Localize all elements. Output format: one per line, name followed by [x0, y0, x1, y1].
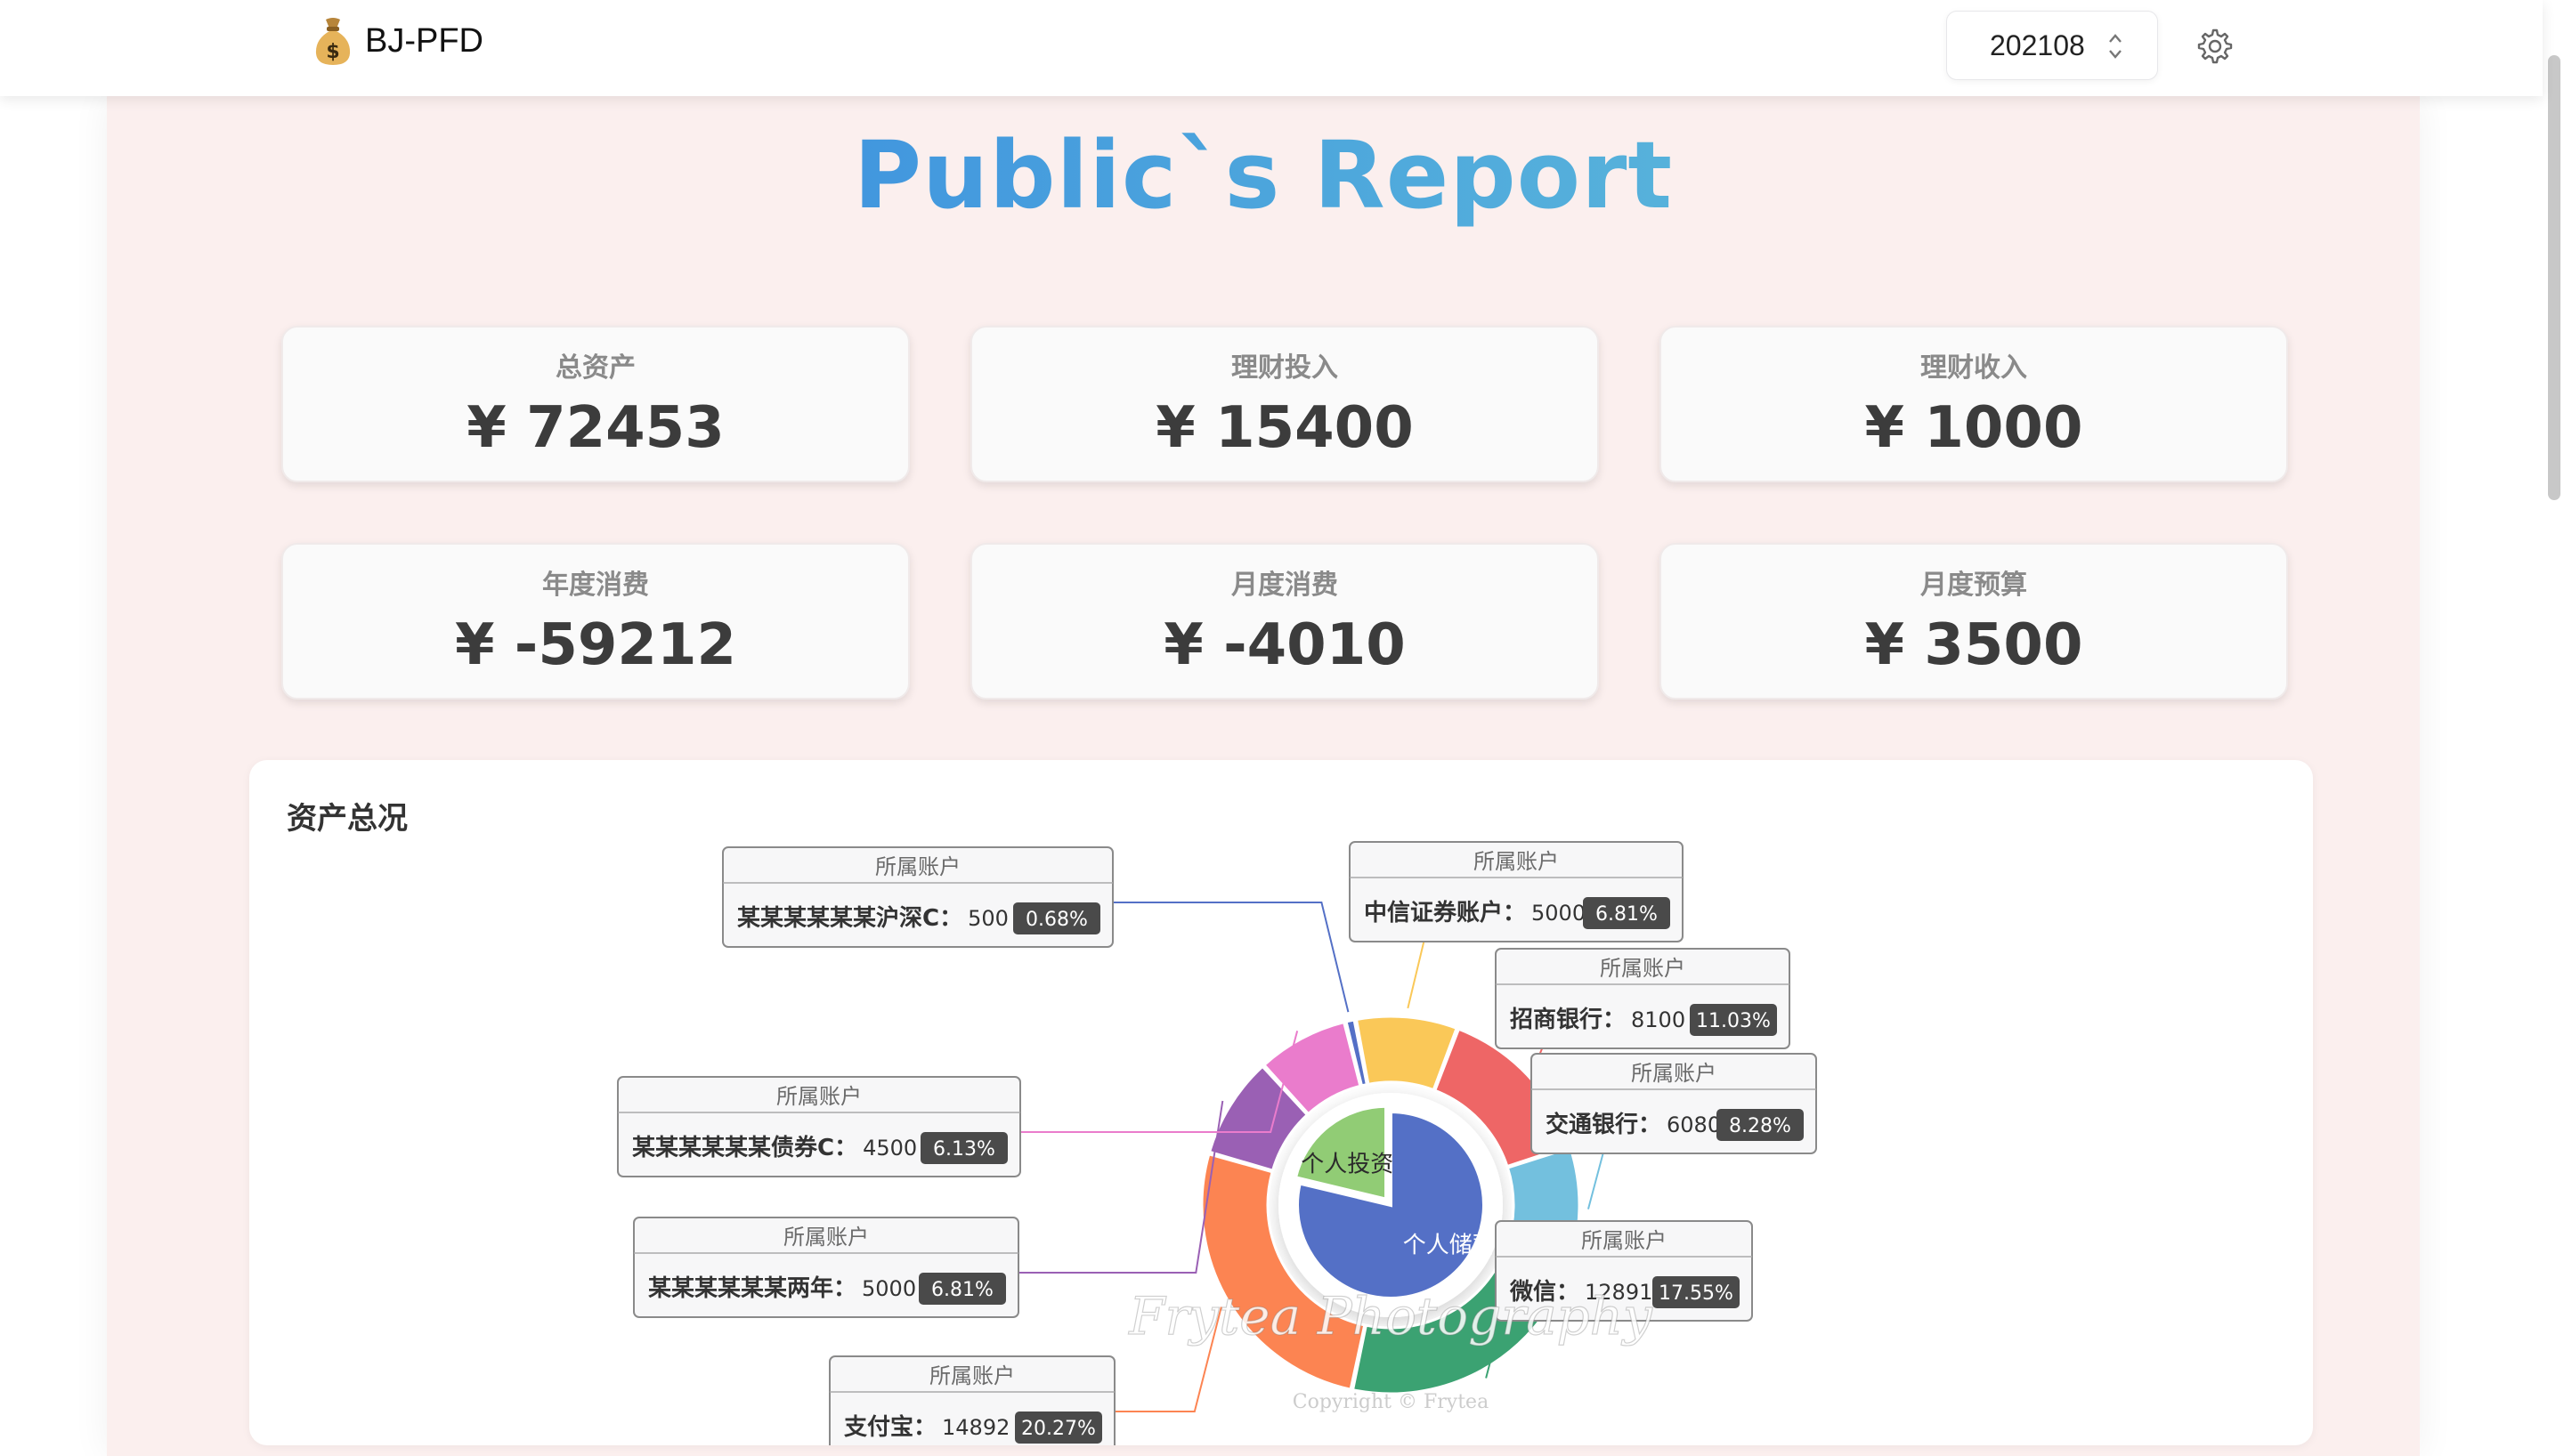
callout-label: 所属账户某某某某某某两年： 5000 6.81%	[633, 1217, 1019, 1318]
callout-label: 所属账户某某某某某某债券C： 4500 6.13%	[617, 1076, 1021, 1177]
card-investment-income: 理财收入 ¥ 1000	[1659, 326, 2288, 482]
callout-value: 5000	[1531, 901, 1586, 926]
callout-value: 4500	[863, 1136, 917, 1161]
card-label: 月度预算	[1920, 570, 2027, 601]
watermark-text: Frytea Photography	[1128, 1286, 1653, 1347]
callout-label: 所属账户招商银行： 8100 11.03%	[1495, 948, 1790, 1049]
asset-pie-chart: 个人储蓄个人投资所属账户中信证券账户： 5000 6.81%所属账户招商银行： 810…	[617, 841, 1817, 1445]
card-value: ¥ -59212	[454, 612, 737, 678]
month-value: 202108	[1990, 28, 2085, 61]
card-value: ¥ 3500	[1864, 612, 2083, 678]
card-value: ¥ 15400	[1156, 395, 1414, 461]
card-monthly-spending: 月度消费 ¥ -4010	[970, 543, 1599, 700]
callout-header: 所属账户	[1473, 849, 1559, 874]
top-bar: $ BJ-PFD 202108	[0, 0, 2543, 96]
callout-percent: 11.03%	[1696, 1010, 1771, 1032]
callout-label: 所属账户某某某某某某沪深C： 500 0.68%	[722, 846, 1114, 948]
callout-line	[1018, 1100, 1224, 1274]
callout-name: 招商银行：	[1510, 1006, 1626, 1033]
callout-percent: 17.55%	[1659, 1282, 1733, 1305]
month-select[interactable]: 202108	[1946, 11, 2158, 80]
callout-header: 所属账户	[776, 1084, 862, 1109]
report-title: Public`s Report	[107, 121, 2420, 230]
callout-name: 交通银行：	[1546, 1111, 1661, 1138]
card-monthly-budget: 月度预算 ¥ 3500	[1659, 543, 2288, 700]
callout-label: 所属账户中信证券账户： 5000 6.81%	[1349, 841, 1684, 942]
callout-header: 所属账户	[1631, 1061, 1716, 1086]
callout-value: 14892	[942, 1415, 1010, 1440]
card-label: 理财投入	[1231, 352, 1338, 384]
app-logo[interactable]: $ BJ-PFD	[312, 14, 483, 68]
callout-name: 某某某某某某债券C：	[632, 1135, 857, 1161]
report-container: Public`s Report 总资产 ¥ 72453 理财投入 ¥ 15400…	[107, 96, 2420, 1456]
callout-percent: 6.13%	[933, 1138, 995, 1161]
chevron-updown-icon	[2109, 34, 2122, 59]
card-value: ¥ -4010	[1164, 612, 1406, 678]
asset-overview-panel: 资产总况 个人储蓄 个人投资 所属账户 中信证券账户： 5000 6.81% 所属账户 招商银…	[249, 760, 2313, 1445]
callout-label: 所属账户支付宝： 14892 20.27%	[829, 1355, 1116, 1445]
gear-icon[interactable]	[2195, 27, 2235, 66]
callout-name: 某某某某某某两年：	[648, 1274, 856, 1302]
card-value: ¥ 72453	[467, 395, 725, 461]
callout-percent: 0.68%	[1026, 909, 1088, 931]
callout-value: 500	[968, 906, 1009, 931]
callout-value: 8100	[1631, 1007, 1685, 1032]
card-total-assets: 总资产 ¥ 72453	[281, 326, 910, 482]
callout-name: 某某某某某某沪深C：	[737, 905, 962, 932]
inner-slice-label: 个人投资	[1301, 1151, 1393, 1177]
callout-value: 5000	[862, 1276, 916, 1301]
scrollbar-thumb[interactable]	[2548, 55, 2560, 500]
inner-slice-label: 个人储蓄	[1403, 1232, 1496, 1258]
callout-line	[1113, 902, 1350, 1013]
card-annual-spending: 年度消费 ¥ -59212	[281, 543, 910, 700]
card-label: 理财收入	[1920, 352, 2027, 384]
callout-header: 所属账户	[875, 854, 961, 879]
callout-percent: 8.28%	[1729, 1115, 1791, 1137]
app-title: BJ-PFD	[365, 21, 483, 60]
callout-percent: 6.81%	[931, 1279, 994, 1301]
callout-header: 所属账户	[929, 1363, 1015, 1388]
card-label: 年度消费	[542, 570, 649, 601]
callout-header: 所属账户	[783, 1225, 869, 1250]
money-bag-icon: $	[315, 18, 351, 65]
svg-text:$: $	[326, 41, 339, 63]
card-investment-input: 理财投入 ¥ 15400	[970, 326, 1599, 482]
card-value: ¥ 1000	[1864, 395, 2083, 461]
callout-name: 支付宝：	[844, 1413, 937, 1441]
card-label: 月度消费	[1231, 570, 1338, 601]
callout-name: 中信证券账户：	[1364, 899, 1526, 926]
callout-header: 所属账户	[1600, 956, 1685, 981]
callout-percent: 6.81%	[1595, 903, 1658, 926]
callout-percent: 20.27%	[1021, 1418, 1096, 1440]
watermark-copyright: Copyright © Frytea	[1293, 1391, 1489, 1413]
callout-value: 6080	[1667, 1112, 1721, 1137]
callout-label: 所属账户交通银行： 6080 8.28%	[1530, 1053, 1817, 1154]
card-label: 总资产	[556, 352, 636, 384]
callout-header: 所属账户	[1581, 1228, 1667, 1253]
